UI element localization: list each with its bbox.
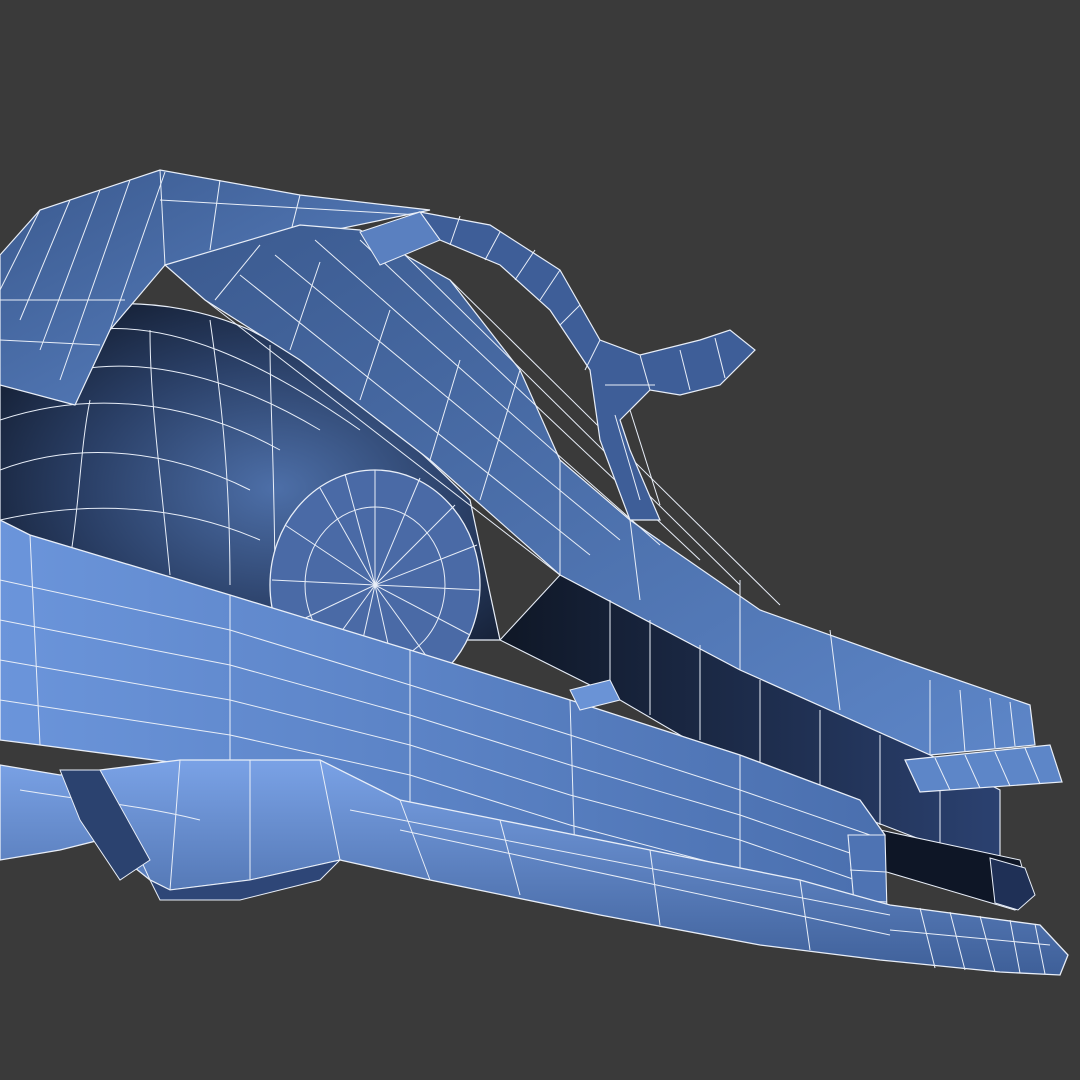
3d-viewport[interactable]: [0, 0, 1080, 1080]
wireframe-skull-render: [0, 169, 1069, 976]
